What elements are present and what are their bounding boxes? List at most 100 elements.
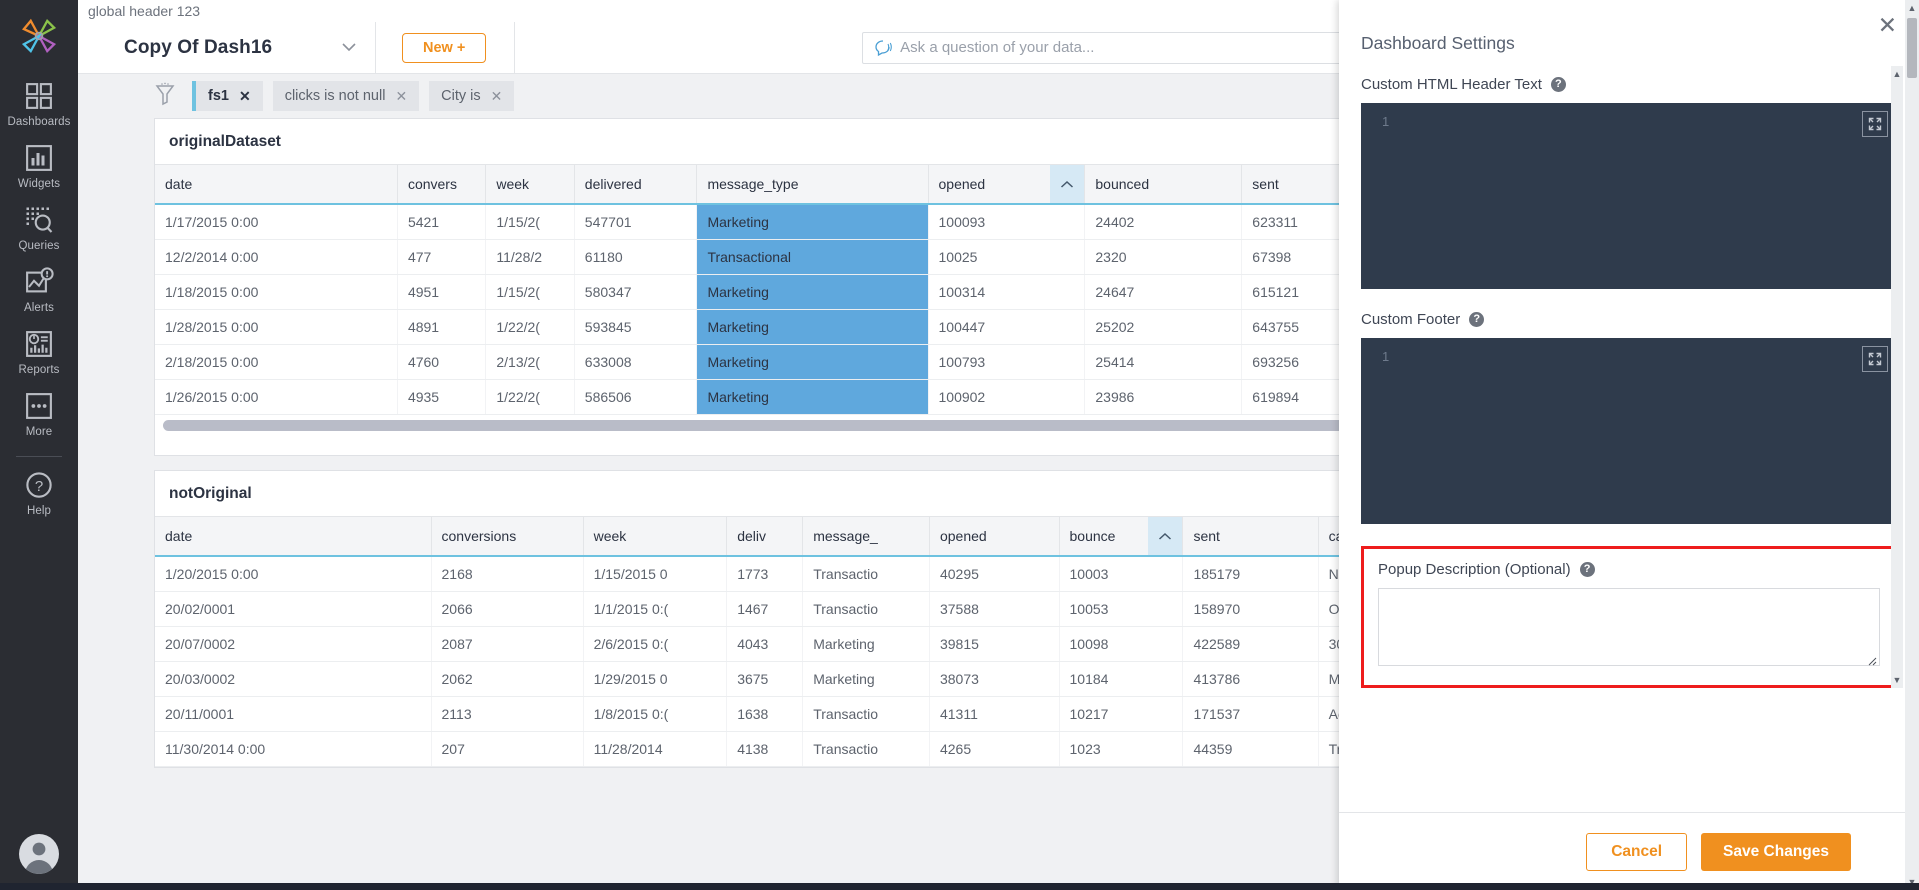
column-header-conversions[interactable]: conversions xyxy=(431,517,583,557)
table-cell[interactable]: 4760 xyxy=(397,345,485,380)
caret-up-icon[interactable] xyxy=(1050,165,1084,203)
table-cell[interactable]: 207 xyxy=(431,732,583,767)
table-cell[interactable]: 1/15/2( xyxy=(486,275,574,310)
table-cell[interactable]: 24402 xyxy=(1085,204,1242,240)
table-cell[interactable]: 185179 xyxy=(1183,556,1318,592)
table-cell[interactable]: 2066 xyxy=(431,592,583,627)
table-cell[interactable]: 61180 xyxy=(574,240,697,275)
column-header-date[interactable]: date xyxy=(155,517,431,557)
table-cell[interactable]: 633008 xyxy=(574,345,697,380)
table-cell[interactable]: 547701 xyxy=(574,204,697,240)
popup-description-input[interactable] xyxy=(1378,588,1880,666)
table-cell[interactable]: 2320 xyxy=(1085,240,1242,275)
table-cell[interactable]: 10184 xyxy=(1059,662,1183,697)
close-icon[interactable]: ✕ xyxy=(395,88,407,105)
table-cell[interactable]: Transactio xyxy=(803,556,930,592)
sidebar-item-more[interactable]: More xyxy=(0,382,78,444)
table-cell[interactable]: 23986 xyxy=(1085,380,1242,415)
table-cell[interactable]: 2113 xyxy=(431,697,583,732)
caret-up-icon[interactable] xyxy=(1148,517,1182,555)
help-circle-icon[interactable]: ? xyxy=(1580,562,1595,577)
column-header-week[interactable]: week xyxy=(583,517,727,557)
table-cell[interactable]: 100447 xyxy=(928,310,1085,345)
table-cell[interactable]: 12/2/2014 0:00 xyxy=(155,240,397,275)
table-cell[interactable]: 39815 xyxy=(929,627,1059,662)
sidebar-item-reports[interactable]: Reports xyxy=(0,320,78,382)
table-cell[interactable]: 4951 xyxy=(397,275,485,310)
table-cell[interactable]: 1/20/2015 0:00 xyxy=(155,556,431,592)
expand-icon[interactable] xyxy=(1862,346,1888,372)
table-cell[interactable]: 100093 xyxy=(928,204,1085,240)
table-cell[interactable]: 1/22/2( xyxy=(486,380,574,415)
column-header-sent[interactable]: sent xyxy=(1183,517,1318,557)
table-cell[interactable]: 4043 xyxy=(727,627,803,662)
close-icon[interactable]: ✕ xyxy=(491,88,503,105)
table-cell[interactable]: 11/28/2 xyxy=(486,240,574,275)
table-cell[interactable]: 10025 xyxy=(928,240,1085,275)
scroll-down-icon[interactable]: ▼ xyxy=(1893,672,1902,688)
table-cell[interactable]: Marketing xyxy=(697,275,928,310)
close-icon[interactable]: ✕ xyxy=(1878,14,1897,37)
table-cell[interactable]: 1/17/2015 0:00 xyxy=(155,204,397,240)
table-cell[interactable]: 37588 xyxy=(929,592,1059,627)
column-header-week[interactable]: week xyxy=(486,165,574,205)
help-circle-icon[interactable]: ? xyxy=(1551,77,1566,92)
table-cell[interactable]: Transactio xyxy=(803,592,930,627)
scroll-up-icon[interactable]: ▲ xyxy=(1908,0,1917,16)
column-header-delivered[interactable]: delivered xyxy=(574,165,697,205)
table-cell[interactable]: 41311 xyxy=(929,697,1059,732)
table-cell[interactable]: 44359 xyxy=(1183,732,1318,767)
table-cell[interactable]: 593845 xyxy=(574,310,697,345)
filter-chip-city[interactable]: City is ✕ xyxy=(429,81,514,111)
close-icon[interactable]: ✕ xyxy=(239,88,251,105)
table-cell[interactable]: 422589 xyxy=(1183,627,1318,662)
table-cell[interactable]: 11/30/2014 0:00 xyxy=(155,732,431,767)
table-cell[interactable]: 4265 xyxy=(929,732,1059,767)
table-cell[interactable]: 1773 xyxy=(727,556,803,592)
scrollbar-thumb[interactable] xyxy=(1907,18,1917,78)
column-header-opened[interactable]: opened xyxy=(928,165,1085,205)
column-header-bounced[interactable]: bounced xyxy=(1085,165,1242,205)
table-cell[interactable]: 2/18/2015 0:00 xyxy=(155,345,397,380)
column-header-bounce[interactable]: bounce xyxy=(1059,517,1183,557)
table-cell[interactable]: 24647 xyxy=(1085,275,1242,310)
table-cell[interactable]: 171537 xyxy=(1183,697,1318,732)
table-cell[interactable]: 1467 xyxy=(727,592,803,627)
table-cell[interactable]: 580347 xyxy=(574,275,697,310)
table-cell[interactable]: 1/22/2( xyxy=(486,310,574,345)
table-cell[interactable]: 1638 xyxy=(727,697,803,732)
table-cell[interactable]: 38073 xyxy=(929,662,1059,697)
sidebar-item-widgets[interactable]: Widgets xyxy=(0,134,78,196)
sidebar-item-dashboards[interactable]: Dashboards xyxy=(0,72,78,134)
chevron-down-icon[interactable] xyxy=(341,40,357,55)
table-cell[interactable]: 3675 xyxy=(727,662,803,697)
table-cell[interactable]: 25414 xyxy=(1085,345,1242,380)
cancel-button[interactable]: Cancel xyxy=(1586,833,1687,871)
table-cell[interactable]: Transactio xyxy=(803,697,930,732)
table-cell[interactable]: 1/26/2015 0:00 xyxy=(155,380,397,415)
table-cell[interactable]: 10003 xyxy=(1059,556,1183,592)
custom-html-header-editor[interactable]: 1 xyxy=(1361,103,1897,289)
new-button[interactable]: New + xyxy=(402,33,486,63)
filter-chip-fs1[interactable]: fs1 ✕ xyxy=(192,81,263,111)
table-cell[interactable]: 1/28/2015 0:00 xyxy=(155,310,397,345)
table-cell[interactable]: 5421 xyxy=(397,204,485,240)
column-header-convers[interactable]: convers xyxy=(397,165,485,205)
table-cell[interactable]: 1023 xyxy=(1059,732,1183,767)
table-cell[interactable]: 477 xyxy=(397,240,485,275)
table-cell[interactable]: 1/8/2015 0:( xyxy=(583,697,727,732)
table-cell[interactable]: 1/15/2( xyxy=(486,204,574,240)
table-cell[interactable]: Transactio xyxy=(803,732,930,767)
resize-handle-icon[interactable] xyxy=(1866,655,1877,669)
table-cell[interactable]: 2087 xyxy=(431,627,583,662)
app-logo[interactable] xyxy=(0,0,78,72)
table-cell[interactable]: 20/07/0002 xyxy=(155,627,431,662)
table-cell[interactable]: 100902 xyxy=(928,380,1085,415)
panel-inner-scrollbar[interactable]: ▲ ▼ xyxy=(1891,66,1903,688)
sidebar-item-help[interactable]: ? Help xyxy=(0,461,78,523)
table-cell[interactable]: Marketing xyxy=(697,345,928,380)
table-cell[interactable]: 100314 xyxy=(928,275,1085,310)
expand-icon[interactable] xyxy=(1862,111,1888,137)
save-changes-button[interactable]: Save Changes xyxy=(1701,833,1851,871)
table-cell[interactable]: 4891 xyxy=(397,310,485,345)
